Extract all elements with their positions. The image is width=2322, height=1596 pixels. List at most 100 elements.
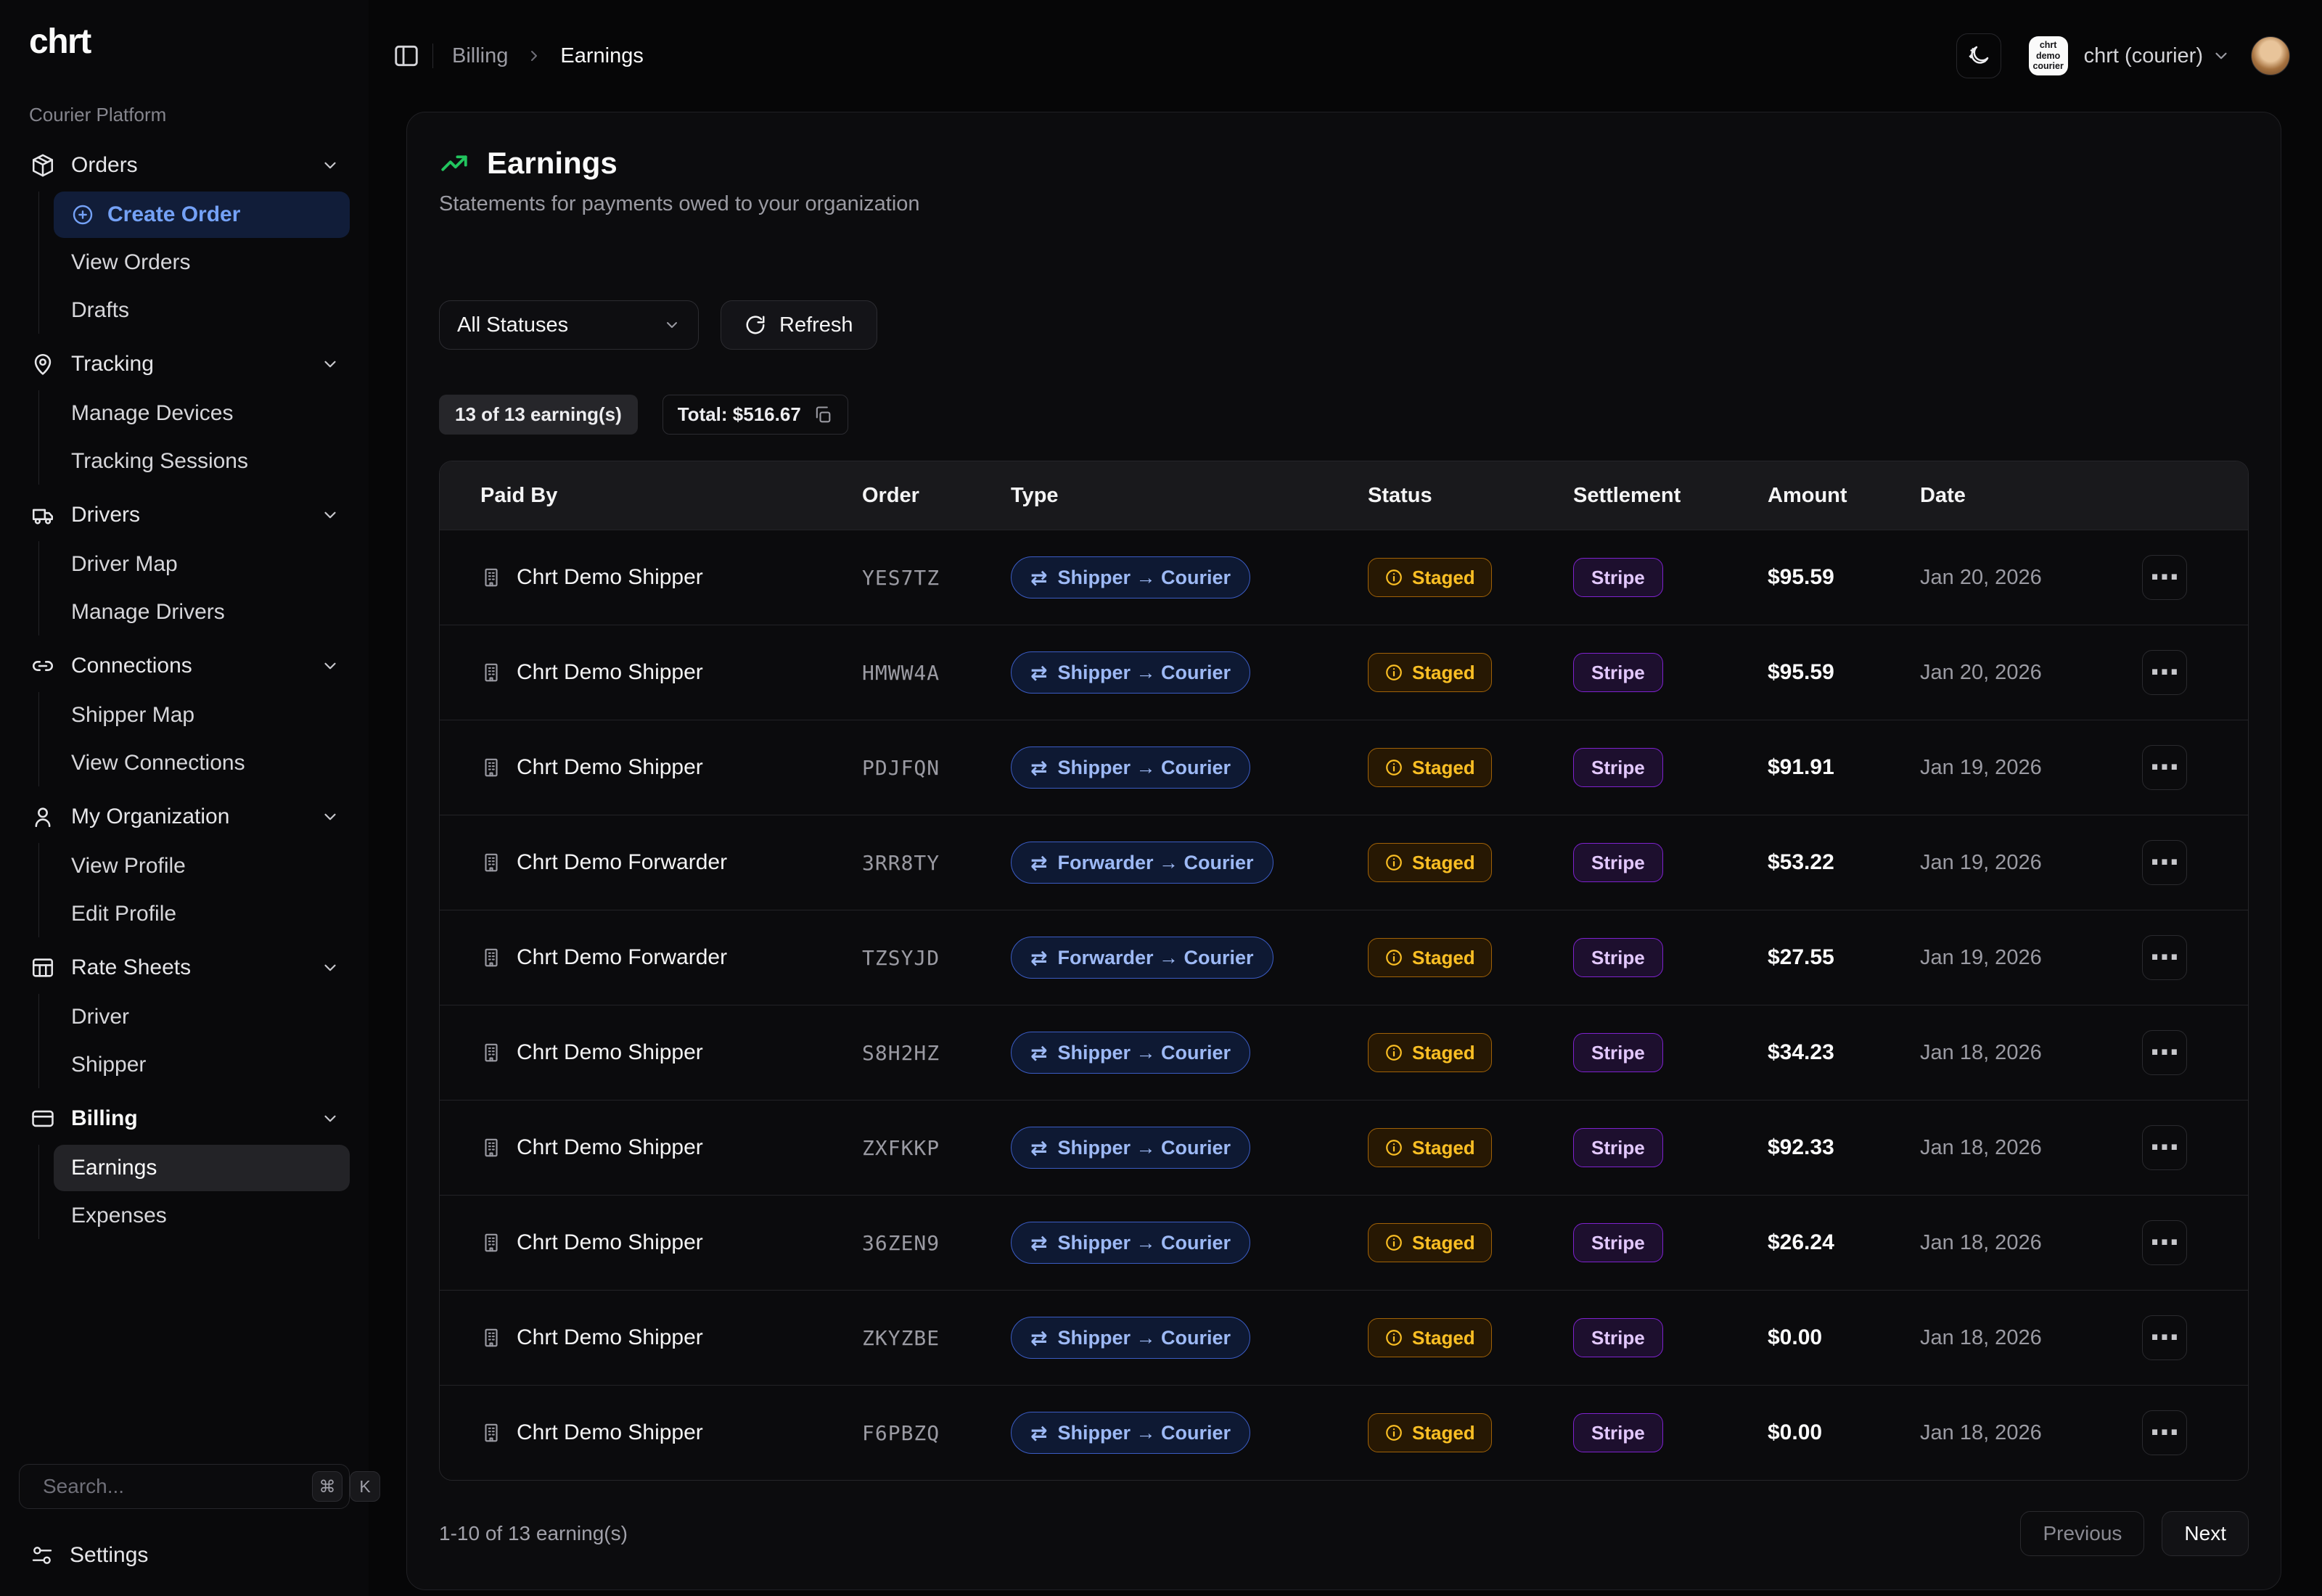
sidebar-item-tracking-sessions[interactable]: Tracking Sessions [54, 438, 350, 485]
sidebar-item-driver[interactable]: Driver [54, 994, 350, 1040]
sidebar-item-connections[interactable]: Connections [19, 641, 350, 691]
previous-page-button[interactable]: Previous [2020, 1511, 2144, 1556]
transfer-icon: ⇄ [1030, 1231, 1047, 1255]
info-icon [1384, 663, 1403, 682]
row-actions-button[interactable]: ⋯ [2142, 1220, 2187, 1265]
status-filter-select[interactable]: All Statuses [439, 300, 699, 350]
breadcrumb-earnings[interactable]: Earnings [560, 44, 643, 68]
chevron-down-icon[interactable] [2212, 46, 2231, 65]
table-row[interactable]: Chrt Demo ShipperF6PBZQ⇄Shipper → Courie… [440, 1385, 2248, 1480]
type-badge: ⇄Shipper → Courier [1011, 651, 1250, 694]
sidebar-item-view-orders[interactable]: View Orders [54, 239, 350, 286]
paid-by-name: Chrt Demo Forwarder [517, 945, 727, 970]
row-actions-button[interactable]: ⋯ [2142, 935, 2187, 980]
status-badge: Staged [1368, 653, 1492, 692]
status-badge: Staged [1368, 938, 1492, 977]
type-badge: ⇄Shipper → Courier [1011, 746, 1250, 789]
search-box[interactable]: ⌘ K [19, 1464, 350, 1509]
table-row[interactable]: Chrt Demo ShipperZXFKKP⇄Shipper → Courie… [440, 1100, 2248, 1195]
sidebar-item-driver-map[interactable]: Driver Map [54, 541, 350, 588]
sidebar-item-drafts[interactable]: Drafts [54, 287, 350, 334]
sidebar-item-manage-devices[interactable]: Manage Devices [54, 390, 350, 437]
sidebar-item-my-organization[interactable]: My Organization [19, 792, 350, 842]
breadcrumb-billing[interactable]: Billing [452, 44, 508, 68]
type-badge: ⇄ Shipper → Courier [1011, 1127, 1250, 1169]
building-icon [480, 1137, 502, 1159]
sidebar-item-shipper-map[interactable]: Shipper Map [54, 692, 350, 739]
sidebar-item-drivers[interactable]: Drivers [19, 490, 350, 540]
pagination: 1-10 of 13 earning(s) Previous Next [439, 1511, 2249, 1556]
status-label: Staged [1412, 1327, 1475, 1349]
theme-toggle-button[interactable] [1956, 33, 2001, 78]
topbar: Billing Earnings chrt demo courier chrt … [369, 0, 2322, 112]
row-actions-button[interactable]: ⋯ [2142, 745, 2187, 790]
row-actions-button[interactable]: ⋯ [2142, 650, 2187, 695]
next-page-button[interactable]: Next [2162, 1511, 2249, 1556]
sidebar-item-expenses[interactable]: Expenses [54, 1193, 350, 1239]
info-icon [1384, 1328, 1403, 1347]
sidebar-item-tracking[interactable]: Tracking [19, 340, 350, 389]
table-row[interactable]: Chrt Demo Shipper HMWW4A ⇄Shipper → Courie… [440, 625, 2248, 720]
table-row[interactable]: Chrt Demo Shipper36ZEN9⇄Shipper → Courie… [440, 1195, 2248, 1290]
summary-row: 13 of 13 earning(s) Total: $516.67 [439, 395, 2249, 435]
sidebar-item-label: Shipper [71, 1053, 146, 1077]
sidebar-item-create-order[interactable]: Create Order [54, 192, 350, 238]
sidebar-item-shipper[interactable]: Shipper [54, 1042, 350, 1088]
account-menu-label[interactable]: chrt (courier) [2084, 44, 2203, 68]
sidebar-item-earnings[interactable]: Earnings [54, 1145, 350, 1191]
avatar[interactable] [2251, 36, 2290, 75]
row-actions-button[interactable]: ⋯ [2142, 555, 2187, 600]
moon-stars-icon [1966, 44, 1991, 68]
sidebar-item-orders[interactable]: Orders [19, 141, 350, 190]
sidebar-item-edit-profile[interactable]: Edit Profile [54, 891, 350, 937]
table-row[interactable]: Chrt Demo ShipperPDJFQN⇄Shipper → Courie… [440, 720, 2248, 815]
settlement-badge: Stripe [1573, 1318, 1663, 1357]
status-label: Staged [1412, 1137, 1475, 1159]
table-row[interactable]: Chrt Demo ShipperZKYZBE⇄Shipper → Courie… [440, 1290, 2248, 1385]
sidebar-item-manage-drivers[interactable]: Manage Drivers [54, 589, 350, 635]
row-actions-button[interactable]: ⋯ [2142, 1030, 2187, 1075]
settlement-badge: Stripe [1573, 1128, 1663, 1167]
sidebar-footer: ⌘ K Settings [19, 1464, 350, 1577]
nav-children-orders: Create OrderView OrdersDrafts [38, 192, 350, 334]
ellipsis-icon: ⋯ [2150, 563, 2179, 592]
order-code: HMWW4A [853, 661, 1002, 685]
row-actions-button[interactable]: ⋯ [2142, 1410, 2187, 1455]
platform-label: Courier Platform [29, 104, 350, 126]
org-chip[interactable]: chrt demo courier [2029, 36, 2068, 75]
table-row[interactable]: Chrt Demo Forwarder3RR8TY⇄Forwarder → Co… [440, 815, 2248, 910]
sidebar-item-label: Manage Drivers [71, 600, 225, 625]
sidebar-toggle-button[interactable] [390, 40, 422, 72]
sidebar-item-view-profile[interactable]: View Profile [54, 843, 350, 889]
building-icon [480, 757, 502, 778]
row-actions-button[interactable]: ⋯ [2142, 1125, 2187, 1170]
col-status: Status [1359, 484, 1564, 508]
nav-group-my-organization: My OrganizationView ProfileEdit Profile [19, 792, 350, 937]
order-code: F6PBZQ [853, 1421, 1002, 1445]
sidebar-item-rate-sheets[interactable]: Rate Sheets [19, 943, 350, 992]
chevron-down-icon [321, 506, 340, 525]
type-badge: ⇄Shipper → Courier [1011, 1412, 1250, 1454]
table-row[interactable]: Chrt Demo ShipperS8H2HZ⇄Shipper → Courie… [440, 1005, 2248, 1100]
col-amount: Amount [1759, 484, 1911, 508]
refresh-button[interactable]: Refresh [721, 300, 877, 350]
sidebar-item-billing[interactable]: Billing [19, 1094, 350, 1143]
date-value: Jan 18, 2026 [1911, 1421, 2133, 1445]
paid-by-name: Chrt Demo Shipper [517, 660, 703, 685]
col-settlement: Settlement [1564, 484, 1759, 508]
row-actions-button[interactable]: ⋯ [2142, 1315, 2187, 1360]
copy-icon[interactable] [813, 405, 833, 425]
transfer-icon: ⇄ [1030, 1136, 1047, 1160]
table-row[interactable]: Chrt Demo ForwarderTZSYJD⇄Forwarder → Co… [440, 910, 2248, 1005]
search-input[interactable] [27, 1475, 305, 1498]
status-badge: Staged [1368, 558, 1492, 597]
type-label: Shipper → Courier [1057, 1137, 1231, 1159]
row-actions-button[interactable]: ⋯ [2142, 840, 2187, 885]
table-row[interactable]: Chrt Demo ShipperYES7TZ⇄Shipper → Courie… [440, 530, 2248, 625]
chevron-down-icon [663, 316, 681, 334]
org-chip-line2: courier [2032, 61, 2063, 71]
settlement-badge: Stripe [1573, 843, 1663, 882]
chevron-down-icon [321, 807, 340, 826]
sidebar-item-view-connections[interactable]: View Connections [54, 740, 350, 786]
sidebar-item-settings[interactable]: Settings [19, 1534, 350, 1577]
